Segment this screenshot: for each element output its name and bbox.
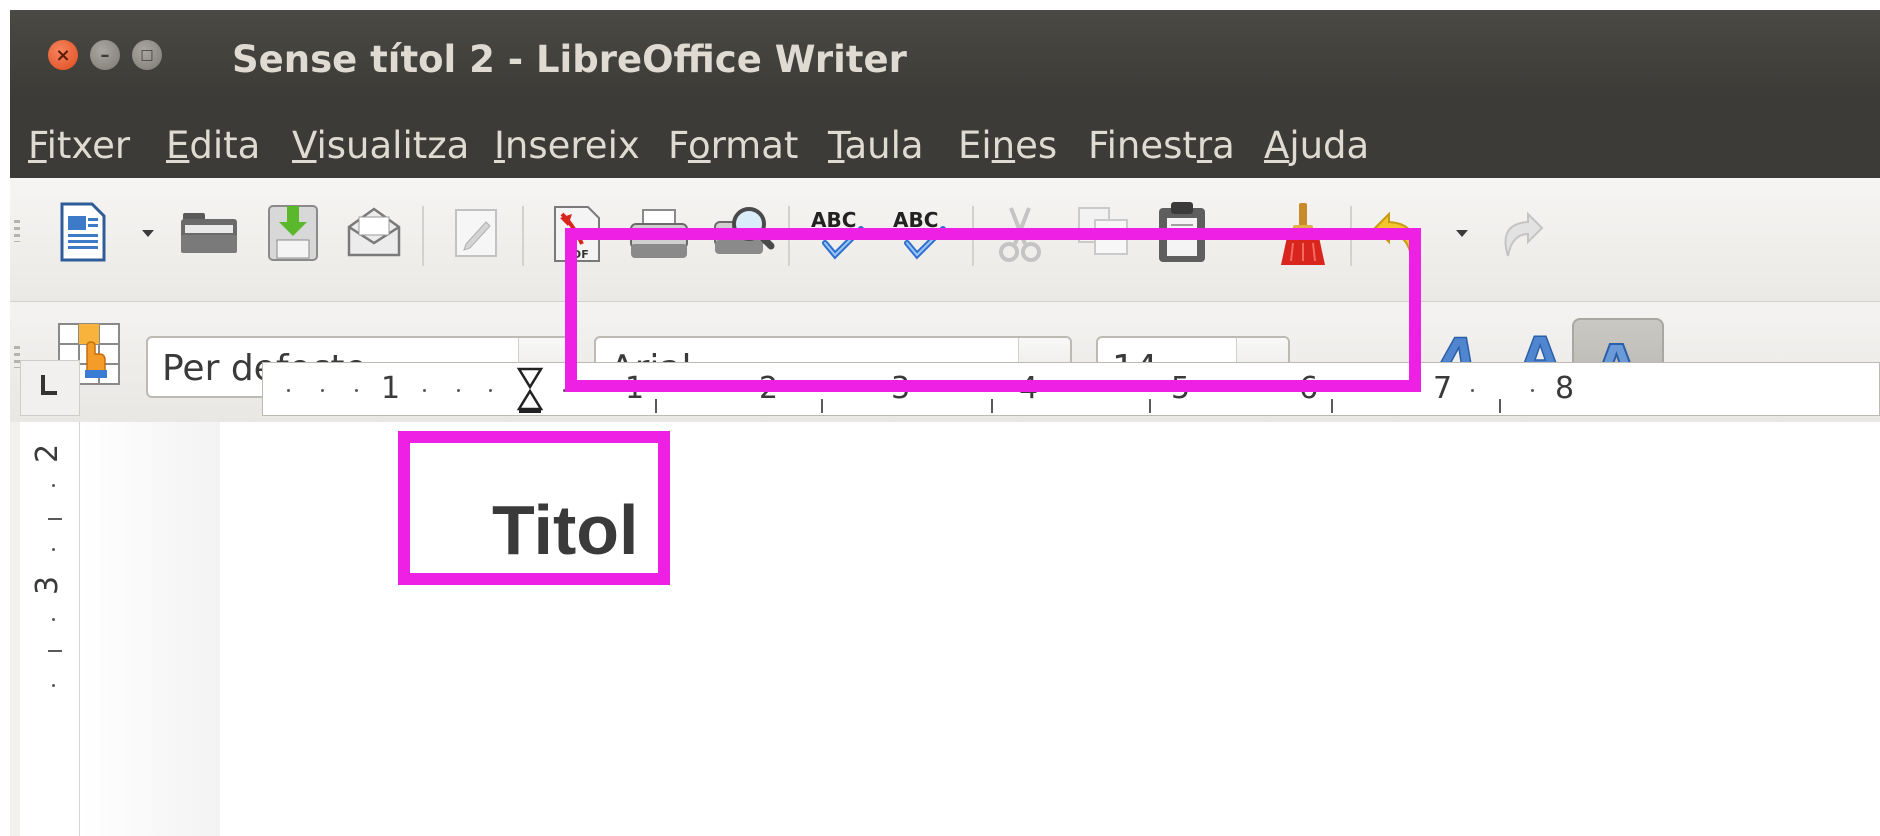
- menu-fitxer[interactable]: Fitxer: [28, 124, 130, 167]
- menu-insereix[interactable]: Insereix: [494, 124, 640, 167]
- paste-icon[interactable]: [1154, 198, 1210, 266]
- undo-icon[interactable]: [1370, 202, 1426, 266]
- clone-formatting-icon[interactable]: [1272, 198, 1334, 270]
- minimize-window-button[interactable]: –: [90, 40, 120, 70]
- toolbar-separator: [422, 206, 424, 266]
- ruler-number: 2: [30, 443, 66, 464]
- toolbar-separator: [1350, 206, 1352, 266]
- redo-icon[interactable]: [1496, 204, 1546, 264]
- menu-edita[interactable]: Edita: [166, 124, 260, 167]
- autospellcheck-icon[interactable]: ABC: [888, 204, 954, 264]
- ruler-number: 3: [30, 575, 66, 596]
- print-icon[interactable]: [628, 206, 690, 262]
- ruler-number: 8: [1555, 371, 1575, 406]
- horizontal-ruler[interactable]: 1 1 2 3 4 5 6 7 8: [262, 362, 1880, 416]
- menu-ajuda[interactable]: Ajuda: [1264, 124, 1369, 167]
- spell-label-svg: ABC: [811, 208, 856, 232]
- new-document-dropdown[interactable]: [142, 230, 154, 237]
- email-icon[interactable]: [344, 202, 404, 262]
- copy-icon[interactable]: [1074, 202, 1134, 260]
- maximize-icon: □: [140, 47, 154, 63]
- ruler-number: 4: [1019, 371, 1039, 406]
- close-window-button[interactable]: ×: [48, 40, 78, 70]
- screenshot: × – □ Sense títol 2 - LibreOffice Writer…: [0, 0, 1880, 836]
- undo-dropdown[interactable]: [1456, 230, 1468, 237]
- toolbar-separator: [972, 206, 974, 266]
- minimize-icon: –: [100, 44, 110, 66]
- menu-finestra[interactable]: Finestra: [1088, 124, 1235, 167]
- spellcheck-icon[interactable]: ABC: [806, 204, 872, 264]
- maximize-window-button[interactable]: □: [132, 40, 162, 70]
- title-bar: × – □ Sense títol 2 - LibreOffice Writer: [10, 10, 1880, 98]
- ruler-number: 7: [1433, 371, 1453, 406]
- document-title-text[interactable]: Titol: [492, 490, 638, 570]
- page-margin: [80, 422, 220, 836]
- libreoffice-writer-window: × – □ Sense títol 2 - LibreOffice Writer…: [10, 10, 1880, 836]
- svg-text:ABC: ABC: [893, 208, 938, 232]
- ruler-number: 1: [381, 371, 401, 406]
- ruler-number: 5: [1171, 371, 1191, 406]
- toolbar-separator: [522, 206, 524, 266]
- new-document-icon[interactable]: [56, 200, 110, 264]
- toolbar-separator: [788, 206, 790, 266]
- svg-text:PDF: PDF: [564, 248, 589, 261]
- window-title: Sense títol 2 - LibreOffice Writer: [232, 38, 907, 81]
- paste-dropdown[interactable]: [1232, 230, 1244, 237]
- vertical-ruler[interactable]: 2 3: [30, 422, 80, 836]
- menu-format[interactable]: Format: [668, 124, 798, 167]
- menu-taula[interactable]: Taula: [828, 124, 924, 167]
- document-area[interactable]: [20, 422, 1880, 836]
- export-pdf-icon[interactable]: PDF: [550, 202, 604, 266]
- ruler-tab-selector[interactable]: [20, 360, 80, 416]
- print-preview-icon[interactable]: [710, 200, 776, 264]
- ruler-number: 1: [625, 371, 645, 406]
- standard-toolbar: PDF ABC ABC: [10, 178, 1880, 302]
- ruler-number: 6: [1299, 371, 1319, 406]
- menu-visualitza[interactable]: Visualitza: [292, 124, 469, 167]
- menu-eines[interactable]: Eines: [958, 124, 1057, 167]
- close-icon: ×: [55, 44, 71, 66]
- cut-icon[interactable]: [992, 202, 1048, 266]
- save-icon[interactable]: [266, 200, 320, 264]
- left-tab-icon: [41, 375, 57, 395]
- toolbar-grip[interactable]: [14, 220, 20, 242]
- open-icon[interactable]: [178, 204, 240, 260]
- ruler-number: 3: [891, 371, 911, 406]
- indent-marker-icon[interactable]: [515, 365, 545, 415]
- menu-bar: Fitxer Edita Visualitza Insereix Format …: [10, 98, 1880, 178]
- ruler-number: 2: [759, 371, 779, 406]
- edit-file-icon[interactable]: [450, 204, 502, 262]
